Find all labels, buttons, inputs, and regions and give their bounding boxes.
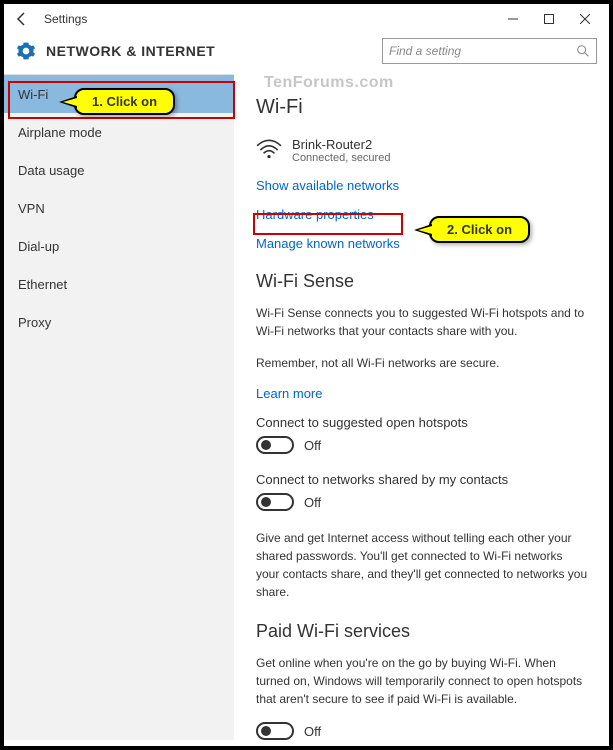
sidebar-item-data-usage[interactable]: Data usage: [4, 151, 234, 189]
manage-known-networks-link[interactable]: Manage known networks: [256, 236, 589, 251]
page-title: Wi-Fi: [256, 96, 589, 119]
toggle1-state: Off: [304, 438, 321, 453]
network-info: Brink-Router2 Connected, secured: [292, 137, 390, 164]
network-status: Connected, secured: [292, 152, 390, 164]
sidebar-item-label: Dial-up: [18, 239, 59, 254]
toggle2-state: Off: [304, 495, 321, 510]
window-controls: [495, 7, 603, 31]
hardware-properties-link[interactable]: Hardware properties: [256, 207, 589, 222]
watermark: TenForums.com: [264, 74, 394, 92]
wifi-sense-desc2: Give and get Internet access without tel…: [256, 529, 589, 601]
header-title: NETWORK & INTERNET: [46, 43, 215, 59]
sidebar-item-dialup[interactable]: Dial-up: [4, 227, 234, 265]
minimize-icon: [508, 14, 518, 24]
close-icon: [580, 14, 590, 24]
toggle-knob: [261, 497, 271, 507]
minimize-button[interactable]: [495, 7, 531, 31]
toggle1-label: Connect to suggested open hotspots: [256, 415, 589, 430]
window-title: Settings: [44, 12, 87, 26]
sidebar-item-label: Data usage: [18, 163, 85, 178]
search-input[interactable]: [389, 44, 576, 58]
sidebar-item-ethernet[interactable]: Ethernet: [4, 265, 234, 303]
toggle2-label: Connect to networks shared by my contact…: [256, 472, 589, 487]
sidebar-item-label: Proxy: [18, 315, 51, 330]
gear-icon: [16, 41, 36, 61]
toggle-shared-contacts[interactable]: [256, 493, 294, 511]
content-pane[interactable]: Wi-Fi Brink-Router2 Connected, secured S…: [234, 74, 609, 740]
paid-toggle-row: Off: [256, 722, 589, 740]
paid-wifi-desc: Get online when you're on the go by buyi…: [256, 654, 589, 708]
search-icon: [576, 44, 590, 58]
show-available-link[interactable]: Show available networks: [256, 178, 589, 193]
close-button[interactable]: [567, 7, 603, 31]
back-button[interactable]: [10, 7, 34, 31]
network-status-row: Brink-Router2 Connected, secured: [256, 137, 589, 164]
toggle2-row: Off: [256, 493, 589, 511]
wifi-sense-remember: Remember, not all Wi-Fi networks are sec…: [256, 354, 589, 372]
titlebar: Settings: [4, 4, 609, 34]
maximize-button[interactable]: [531, 7, 567, 31]
back-arrow-icon: [14, 11, 30, 27]
wifi-sense-title: Wi-Fi Sense: [256, 271, 589, 292]
paid-wifi-title: Paid Wi-Fi services: [256, 621, 589, 642]
sidebar-item-label: Ethernet: [18, 277, 67, 292]
toggle1-row: Off: [256, 436, 589, 454]
learn-more-link[interactable]: Learn more: [256, 386, 589, 401]
sidebar-item-airplane[interactable]: Airplane mode: [4, 113, 234, 151]
toggle-knob: [261, 726, 271, 736]
toggle-knob: [261, 440, 271, 450]
main-area: Wi-Fi Airplane mode Data usage VPN Dial-…: [4, 74, 609, 740]
toggle-paid-wifi[interactable]: [256, 722, 294, 740]
wifi-icon: [256, 139, 282, 159]
sidebar-item-label: Airplane mode: [18, 125, 102, 140]
sidebar-item-vpn[interactable]: VPN: [4, 189, 234, 227]
sidebar-item-proxy[interactable]: Proxy: [4, 303, 234, 341]
paid-toggle-state: Off: [304, 724, 321, 739]
callout-1: 1. Click on: [74, 88, 175, 115]
wifi-sense-desc: Wi-Fi Sense connects you to suggested Wi…: [256, 304, 589, 340]
callout-2: 2. Click on: [429, 216, 530, 243]
network-name: Brink-Router2: [292, 137, 390, 152]
sidebar: Wi-Fi Airplane mode Data usage VPN Dial-…: [4, 74, 234, 740]
header: NETWORK & INTERNET: [4, 34, 609, 74]
toggle-suggested-hotspots[interactable]: [256, 436, 294, 454]
search-box[interactable]: [382, 38, 597, 64]
sidebar-item-label: Wi-Fi: [18, 87, 48, 102]
maximize-icon: [544, 14, 554, 24]
sidebar-item-label: VPN: [18, 201, 45, 216]
